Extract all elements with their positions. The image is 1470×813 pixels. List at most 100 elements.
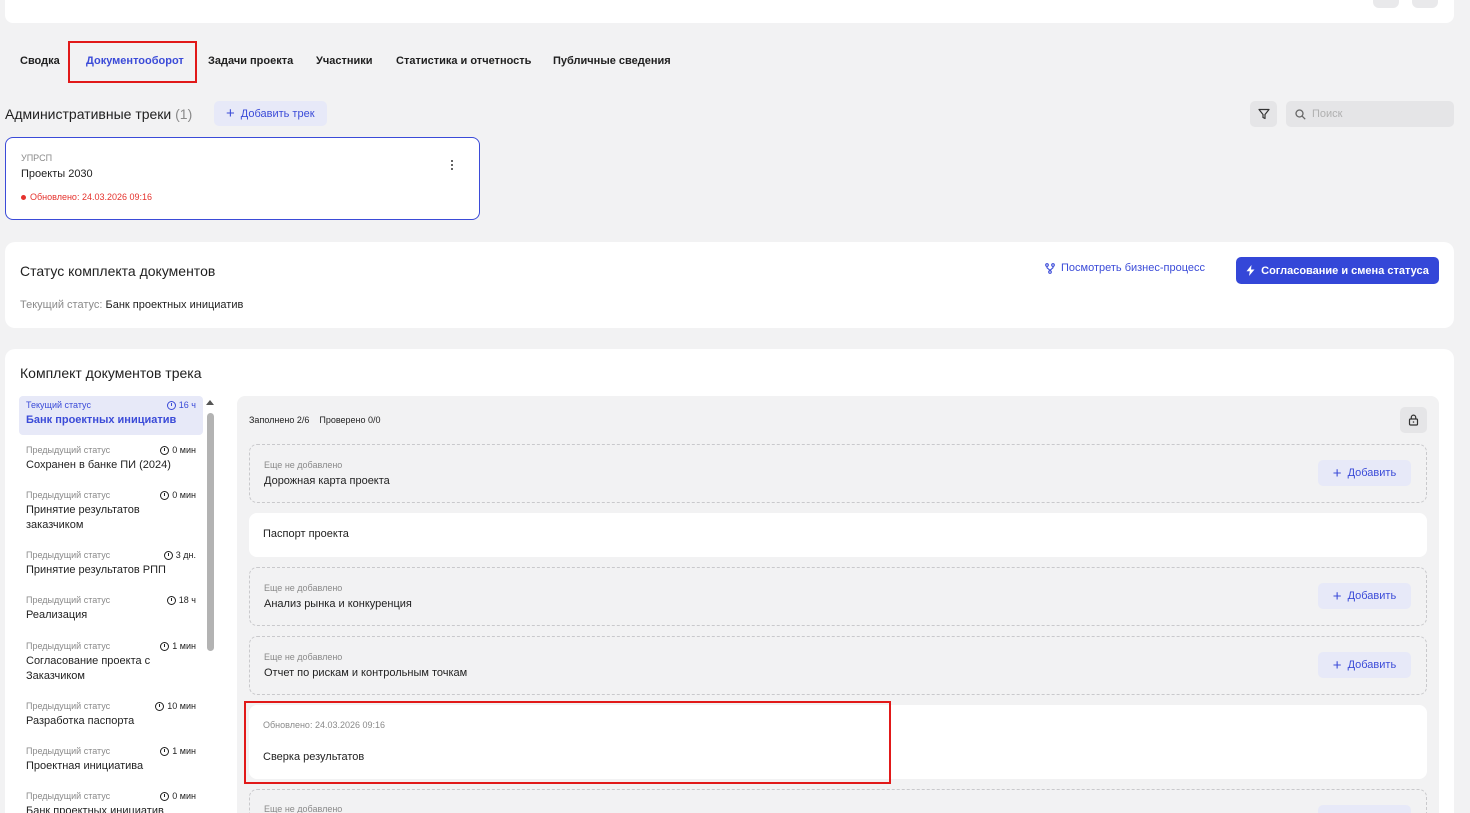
status-item-label: Предыдущий статус	[26, 641, 111, 651]
add-document-button[interactable]: + Добавить	[1318, 652, 1411, 678]
tab-participants[interactable]: Участники	[316, 50, 373, 72]
status-item-label: Предыдущий статус	[26, 746, 111, 756]
status-item-time: 16 ч	[178, 400, 196, 410]
plus-icon: +	[226, 105, 235, 122]
search-icon	[1295, 108, 1306, 120]
tab-summary[interactable]: Сводка	[20, 50, 60, 72]
status-dot-icon	[21, 194, 26, 200]
add-document-button[interactable]	[1318, 805, 1411, 813]
document-status: Еще не добавлено	[264, 583, 343, 593]
status-item[interactable]: Предыдущий статус 0 мин Принятие результа…	[19, 486, 203, 537]
document-item[interactable]: Еще не добавлено Анализ рынка и конкурен…	[249, 567, 1427, 626]
status-item-duration: 10 мин	[155, 701, 196, 711]
document-item[interactable]: Еще не добавлено Отчет по рискам и контр…	[249, 636, 1427, 695]
flow-icon	[1045, 262, 1055, 274]
approve-change-status-button[interactable]: Согласование и смена статуса	[1236, 257, 1439, 284]
document-status: Еще не добавлено	[264, 804, 343, 813]
status-card-title: Статус комплекта документов	[20, 263, 216, 279]
document-name: Дорожная карта проекта	[264, 475, 390, 487]
status-item-time: 10 мин	[167, 701, 196, 711]
status-item-time: 0 мин	[172, 791, 196, 801]
header-action-button[interactable]	[1412, 0, 1438, 8]
track-name: Проекты 2030	[21, 168, 93, 180]
status-card: Статус комплекта документов Текущий стат…	[5, 242, 1454, 328]
clock-icon	[155, 701, 165, 711]
document-name: Отчет по рискам и контрольным точкам	[264, 667, 468, 679]
documents-title: Комплект документов трека	[20, 365, 202, 381]
filter-icon	[1257, 108, 1270, 120]
current-status-value: Банк проектных инициатив	[105, 299, 244, 311]
view-business-process-link[interactable]: Посмотреть бизнес-процесс	[1045, 262, 1205, 274]
status-item[interactable]: Предыдущий статус 0 мин Сохранен в банке …	[19, 441, 203, 477]
status-item[interactable]: Предыдущий статус 1 мин Согласование прое…	[19, 637, 203, 688]
filled-count: Заполнено 2/6	[249, 415, 310, 425]
highlight-box	[244, 701, 891, 784]
document-status: Еще не добавлено	[264, 460, 343, 470]
track-updated-text: Обновлено: 24.03.2026 09:16	[30, 192, 153, 202]
track-card[interactable]: УПРСП Проекты 2030 Обновлено: 24.03.2026…	[5, 137, 480, 220]
clock-icon	[160, 791, 170, 801]
status-item[interactable]: Предыдущий статус 0 мин Банк проектных ин…	[19, 787, 203, 813]
document-item[interactable]: Еще не добавлено Дорожная карта проекта …	[249, 444, 1427, 503]
checked-count: Проверено 0/0	[319, 415, 381, 425]
plus-icon: +	[1332, 587, 1342, 605]
lock-button[interactable]	[1400, 407, 1427, 433]
search-input[interactable]	[1312, 108, 1442, 120]
status-item-duration: 0 мин	[160, 445, 196, 455]
scrollbar-thumb[interactable]	[207, 413, 214, 651]
track-code: УПРСП	[21, 153, 53, 163]
clock-icon	[163, 550, 173, 560]
status-item-name: Банк проектных инициатив	[26, 414, 177, 426]
add-document-button[interactable]: + Добавить	[1318, 460, 1411, 486]
tab-project-tasks[interactable]: Задачи проекта	[208, 50, 293, 72]
header-action-button[interactable]	[1373, 0, 1399, 8]
status-item-duration: 3 дн.	[163, 550, 196, 560]
lightning-icon	[1246, 265, 1255, 276]
document-counters: Заполнено 2/6 Проверено 0/0	[249, 415, 381, 425]
scroll-up-arrow[interactable]	[206, 400, 214, 405]
status-item-label: Предыдущий статус	[26, 550, 111, 560]
view-business-process-label: Посмотреть бизнес-процесс	[1061, 262, 1206, 274]
filter-button[interactable]	[1250, 101, 1277, 127]
document-status: Еще не добавлено	[264, 652, 343, 662]
lock-icon	[1408, 414, 1419, 426]
status-item-time: 18 ч	[178, 595, 196, 605]
add-document-label: Добавить	[1347, 467, 1397, 479]
status-item-duration: 0 мин	[160, 490, 196, 500]
highlight-box	[68, 41, 197, 83]
status-item-duration: 0 мин	[160, 791, 196, 801]
status-item-duration: 1 мин	[160, 641, 196, 651]
admin-tracks-title-text: Административные треки	[5, 106, 172, 122]
status-item-name: Реализация	[26, 609, 88, 621]
admin-tracks-title: Административные треки (1)	[5, 106, 192, 122]
document-name: Анализ рынка и конкуренция	[264, 598, 412, 610]
status-item[interactable]: Предыдущий статус 1 мин Проектная инициат…	[19, 742, 203, 778]
document-name: Паспорт проекта	[263, 528, 349, 540]
clock-icon	[160, 445, 170, 455]
status-item[interactable]: Предыдущий статус 3 дн. Принятие результа…	[19, 546, 203, 582]
status-item[interactable]: Предыдущий статус 18 ч Реализация	[19, 591, 203, 627]
status-item-time: 0 мин	[172, 445, 196, 455]
tab-public-info[interactable]: Публичные сведения	[553, 50, 671, 72]
status-item-name: Проектная инициатива	[26, 760, 144, 772]
status-item[interactable]: Предыдущий статус 10 мин Разработка паспо…	[19, 697, 203, 733]
add-track-label: Добавить трек	[240, 107, 315, 120]
status-history-list: Текущий статус 16 ч Банк проектных инициа…	[19, 396, 205, 813]
status-item-name: Сохранен в банке ПИ (2024)	[26, 459, 171, 471]
current-status-label: Текущий статус:	[20, 299, 103, 311]
document-item[interactable]: Паспорт проекта	[249, 513, 1427, 557]
document-item[interactable]: Еще не добавлено	[249, 789, 1427, 813]
clock-icon	[166, 400, 176, 410]
admin-tracks-count: (1)	[175, 106, 193, 122]
add-track-button[interactable]: + Добавить трек	[214, 101, 327, 126]
top-header-card	[5, 0, 1454, 23]
status-item-time: 0 мин	[172, 490, 196, 500]
plus-icon: +	[1332, 464, 1342, 482]
status-item-name: Принятие результатов РПП	[26, 564, 166, 576]
status-item-current[interactable]: Текущий статус 16 ч Банк проектных инициа…	[19, 396, 203, 435]
status-item-name: Банк проектных инициатив	[26, 805, 164, 813]
tab-statistics[interactable]: Статистика и отчетность	[396, 50, 531, 72]
add-document-button[interactable]: + Добавить	[1318, 583, 1411, 609]
more-options-icon[interactable]	[446, 158, 458, 172]
add-document-label: Добавить	[1347, 659, 1397, 671]
